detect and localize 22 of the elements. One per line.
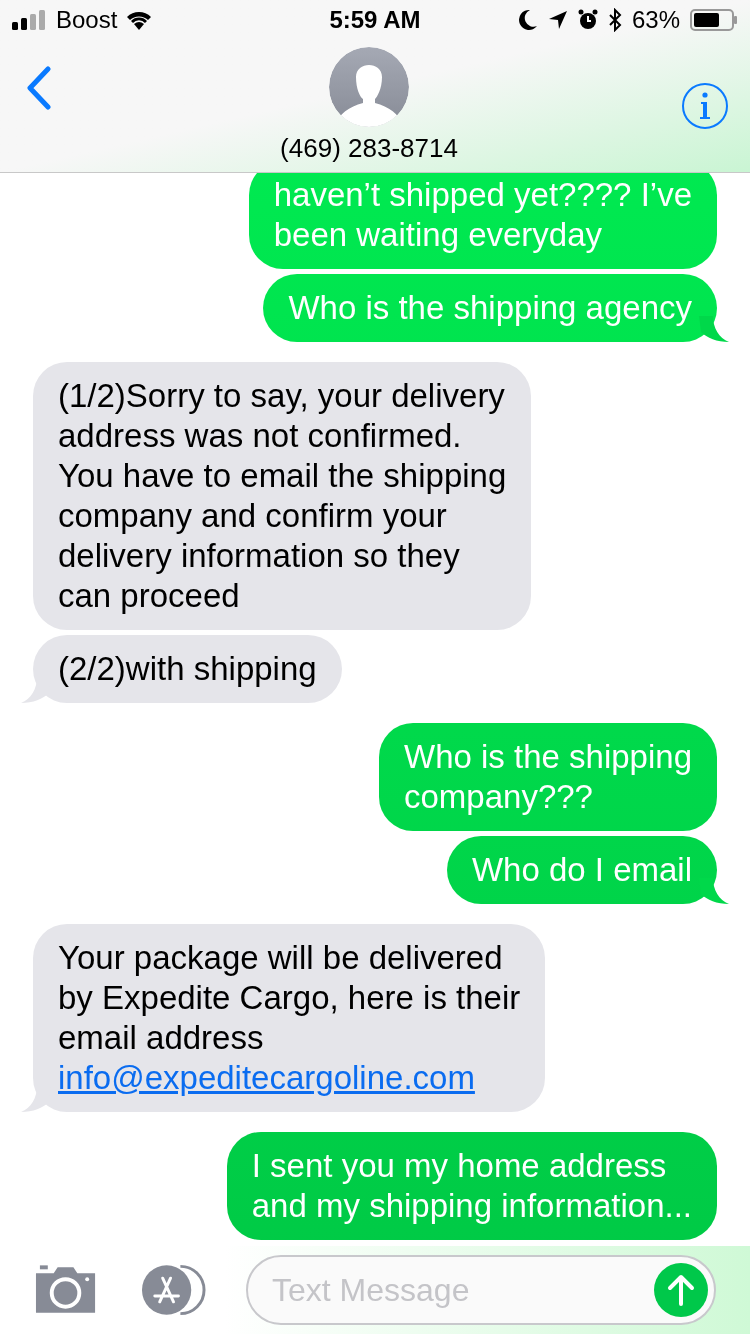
info-icon <box>699 92 711 120</box>
received-message-bubble: (1/2)Sorry to say, your delivery address was not confirmed. You have to email the shipping company and confirm your delivery information so they can proceed <box>33 362 532 630</box>
info-button[interactable] <box>682 83 728 129</box>
bluetooth-icon <box>607 8 622 32</box>
carrier-name: Boost <box>56 5 118 35</box>
back-chevron-icon <box>26 66 52 110</box>
sent-message-bubble: haven’t shipped yet???? I’ve been waiting everyday <box>248 173 717 269</box>
signal-icon <box>12 10 48 30</box>
status-time: 5:59 AM <box>329 6 421 33</box>
contact-number[interactable]: (469) 283-8714 <box>280 129 458 168</box>
alarm-clock-icon <box>577 9 598 31</box>
email-link[interactable]: info@expeditecargoline.com <box>58 1059 475 1096</box>
battery-icon <box>690 9 738 31</box>
battery-percent: 63% <box>631 5 680 35</box>
moon-icon <box>517 9 538 31</box>
up-arrow-icon <box>667 1274 695 1306</box>
camera-icon[interactable] <box>34 1265 98 1315</box>
wifi-icon <box>125 10 154 30</box>
sent-message-bubble: Who is the shipping company??? <box>379 723 717 831</box>
location-arrow-icon <box>547 10 568 30</box>
sent-message-bubble: I sent you my home address and my shipping information... <box>226 1132 717 1240</box>
contact-avatar-icon[interactable] <box>329 47 409 127</box>
